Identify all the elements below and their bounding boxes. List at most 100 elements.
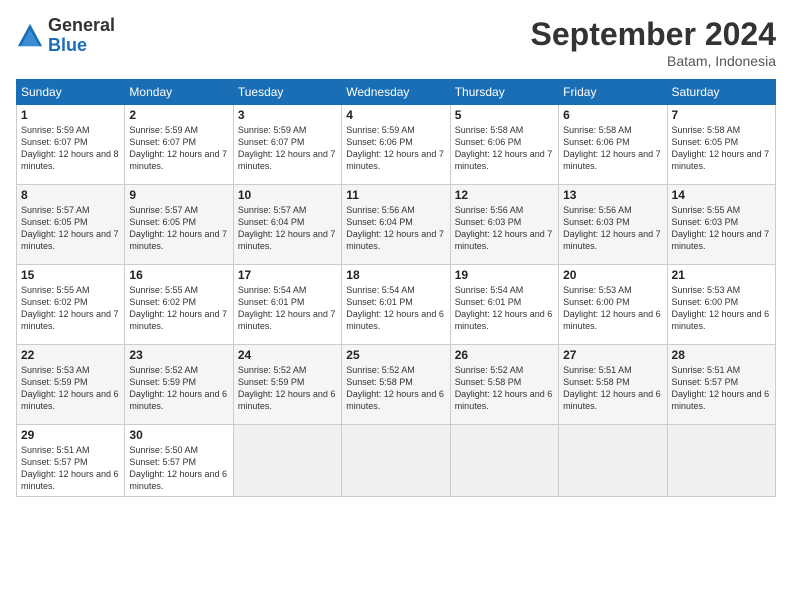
table-row xyxy=(450,425,558,497)
day-info: Sunrise: 5:52 AM Sunset: 5:58 PM Dayligh… xyxy=(346,364,445,413)
table-row: 6 Sunrise: 5:58 AM Sunset: 6:06 PM Dayli… xyxy=(559,105,667,185)
day-info: Sunrise: 5:51 AM Sunset: 5:58 PM Dayligh… xyxy=(563,364,662,413)
day-number: 13 xyxy=(563,188,662,202)
day-number: 14 xyxy=(672,188,771,202)
table-row: 5 Sunrise: 5:58 AM Sunset: 6:06 PM Dayli… xyxy=(450,105,558,185)
day-info: Sunrise: 5:55 AM Sunset: 6:02 PM Dayligh… xyxy=(129,284,228,333)
table-row: 19 Sunrise: 5:54 AM Sunset: 6:01 PM Dayl… xyxy=(450,265,558,345)
day-number: 29 xyxy=(21,428,120,442)
table-row: 14 Sunrise: 5:55 AM Sunset: 6:03 PM Dayl… xyxy=(667,185,775,265)
header: General Blue September 2024 Batam, Indon… xyxy=(16,16,776,69)
day-info: Sunrise: 5:58 AM Sunset: 6:05 PM Dayligh… xyxy=(672,124,771,173)
table-row: 4 Sunrise: 5:59 AM Sunset: 6:06 PM Dayli… xyxy=(342,105,450,185)
table-row: 13 Sunrise: 5:56 AM Sunset: 6:03 PM Dayl… xyxy=(559,185,667,265)
calendar-header-row: Sunday Monday Tuesday Wednesday Thursday… xyxy=(17,80,776,105)
day-number: 21 xyxy=(672,268,771,282)
day-number: 24 xyxy=(238,348,337,362)
table-row: 27 Sunrise: 5:51 AM Sunset: 5:58 PM Dayl… xyxy=(559,345,667,425)
logo-icon xyxy=(16,22,44,50)
day-number: 3 xyxy=(238,108,337,122)
day-number: 2 xyxy=(129,108,228,122)
table-row xyxy=(233,425,341,497)
logo-general: General xyxy=(48,16,115,36)
day-number: 12 xyxy=(455,188,554,202)
table-row xyxy=(667,425,775,497)
col-friday: Friday xyxy=(559,80,667,105)
day-info: Sunrise: 5:59 AM Sunset: 6:07 PM Dayligh… xyxy=(21,124,120,173)
day-number: 18 xyxy=(346,268,445,282)
day-info: Sunrise: 5:59 AM Sunset: 6:07 PM Dayligh… xyxy=(238,124,337,173)
table-row xyxy=(559,425,667,497)
day-number: 20 xyxy=(563,268,662,282)
logo-text: General Blue xyxy=(48,16,115,56)
day-number: 22 xyxy=(21,348,120,362)
day-info: Sunrise: 5:57 AM Sunset: 6:05 PM Dayligh… xyxy=(129,204,228,253)
table-row: 16 Sunrise: 5:55 AM Sunset: 6:02 PM Dayl… xyxy=(125,265,233,345)
location: Batam, Indonesia xyxy=(531,53,776,69)
day-info: Sunrise: 5:58 AM Sunset: 6:06 PM Dayligh… xyxy=(563,124,662,173)
table-row: 3 Sunrise: 5:59 AM Sunset: 6:07 PM Dayli… xyxy=(233,105,341,185)
day-number: 9 xyxy=(129,188,228,202)
logo: General Blue xyxy=(16,16,115,56)
day-number: 28 xyxy=(672,348,771,362)
day-info: Sunrise: 5:54 AM Sunset: 6:01 PM Dayligh… xyxy=(238,284,337,333)
day-info: Sunrise: 5:57 AM Sunset: 6:04 PM Dayligh… xyxy=(238,204,337,253)
day-number: 6 xyxy=(563,108,662,122)
table-row: 7 Sunrise: 5:58 AM Sunset: 6:05 PM Dayli… xyxy=(667,105,775,185)
day-info: Sunrise: 5:53 AM Sunset: 5:59 PM Dayligh… xyxy=(21,364,120,413)
table-row: 11 Sunrise: 5:56 AM Sunset: 6:04 PM Dayl… xyxy=(342,185,450,265)
col-monday: Monday xyxy=(125,80,233,105)
day-number: 8 xyxy=(21,188,120,202)
day-number: 26 xyxy=(455,348,554,362)
day-info: Sunrise: 5:51 AM Sunset: 5:57 PM Dayligh… xyxy=(672,364,771,413)
table-row: 21 Sunrise: 5:53 AM Sunset: 6:00 PM Dayl… xyxy=(667,265,775,345)
table-row: 15 Sunrise: 5:55 AM Sunset: 6:02 PM Dayl… xyxy=(17,265,125,345)
day-info: Sunrise: 5:58 AM Sunset: 6:06 PM Dayligh… xyxy=(455,124,554,173)
table-row: 1 Sunrise: 5:59 AM Sunset: 6:07 PM Dayli… xyxy=(17,105,125,185)
calendar-table: Sunday Monday Tuesday Wednesday Thursday… xyxy=(16,79,776,497)
day-number: 27 xyxy=(563,348,662,362)
logo-blue: Blue xyxy=(48,36,115,56)
day-info: Sunrise: 5:59 AM Sunset: 6:06 PM Dayligh… xyxy=(346,124,445,173)
table-row: 18 Sunrise: 5:54 AM Sunset: 6:01 PM Dayl… xyxy=(342,265,450,345)
day-number: 1 xyxy=(21,108,120,122)
table-row: 2 Sunrise: 5:59 AM Sunset: 6:07 PM Dayli… xyxy=(125,105,233,185)
day-info: Sunrise: 5:55 AM Sunset: 6:02 PM Dayligh… xyxy=(21,284,120,333)
table-row: 28 Sunrise: 5:51 AM Sunset: 5:57 PM Dayl… xyxy=(667,345,775,425)
day-info: Sunrise: 5:52 AM Sunset: 5:59 PM Dayligh… xyxy=(129,364,228,413)
day-number: 5 xyxy=(455,108,554,122)
table-row: 29 Sunrise: 5:51 AM Sunset: 5:57 PM Dayl… xyxy=(17,425,125,497)
day-info: Sunrise: 5:54 AM Sunset: 6:01 PM Dayligh… xyxy=(455,284,554,333)
day-number: 10 xyxy=(238,188,337,202)
day-info: Sunrise: 5:56 AM Sunset: 6:03 PM Dayligh… xyxy=(455,204,554,253)
table-row xyxy=(342,425,450,497)
day-number: 4 xyxy=(346,108,445,122)
day-info: Sunrise: 5:59 AM Sunset: 6:07 PM Dayligh… xyxy=(129,124,228,173)
table-row: 23 Sunrise: 5:52 AM Sunset: 5:59 PM Dayl… xyxy=(125,345,233,425)
table-row: 10 Sunrise: 5:57 AM Sunset: 6:04 PM Dayl… xyxy=(233,185,341,265)
day-info: Sunrise: 5:56 AM Sunset: 6:03 PM Dayligh… xyxy=(563,204,662,253)
day-info: Sunrise: 5:55 AM Sunset: 6:03 PM Dayligh… xyxy=(672,204,771,253)
table-row: 8 Sunrise: 5:57 AM Sunset: 6:05 PM Dayli… xyxy=(17,185,125,265)
day-number: 16 xyxy=(129,268,228,282)
page: General Blue September 2024 Batam, Indon… xyxy=(0,0,792,612)
day-number: 23 xyxy=(129,348,228,362)
col-sunday: Sunday xyxy=(17,80,125,105)
day-number: 7 xyxy=(672,108,771,122)
day-info: Sunrise: 5:57 AM Sunset: 6:05 PM Dayligh… xyxy=(21,204,120,253)
table-row: 22 Sunrise: 5:53 AM Sunset: 5:59 PM Dayl… xyxy=(17,345,125,425)
table-row: 17 Sunrise: 5:54 AM Sunset: 6:01 PM Dayl… xyxy=(233,265,341,345)
col-wednesday: Wednesday xyxy=(342,80,450,105)
day-number: 19 xyxy=(455,268,554,282)
month-title: September 2024 xyxy=(531,16,776,53)
day-number: 25 xyxy=(346,348,445,362)
table-row: 30 Sunrise: 5:50 AM Sunset: 5:57 PM Dayl… xyxy=(125,425,233,497)
col-tuesday: Tuesday xyxy=(233,80,341,105)
day-number: 15 xyxy=(21,268,120,282)
day-info: Sunrise: 5:54 AM Sunset: 6:01 PM Dayligh… xyxy=(346,284,445,333)
day-number: 11 xyxy=(346,188,445,202)
day-info: Sunrise: 5:51 AM Sunset: 5:57 PM Dayligh… xyxy=(21,444,120,493)
title-section: September 2024 Batam, Indonesia xyxy=(531,16,776,69)
table-row: 12 Sunrise: 5:56 AM Sunset: 6:03 PM Dayl… xyxy=(450,185,558,265)
day-info: Sunrise: 5:52 AM Sunset: 5:58 PM Dayligh… xyxy=(455,364,554,413)
